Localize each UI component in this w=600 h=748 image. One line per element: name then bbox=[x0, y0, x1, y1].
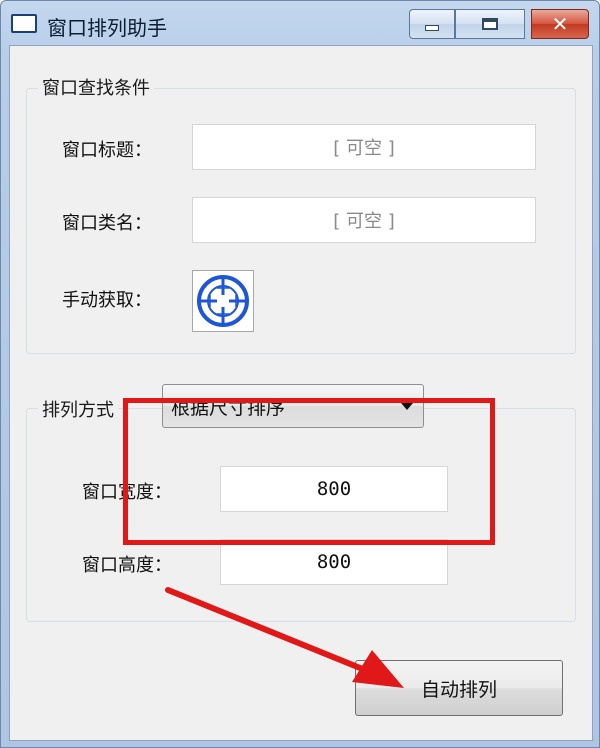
maximize-icon bbox=[482, 18, 498, 30]
chevron-down-icon bbox=[401, 403, 413, 410]
arrange-group bbox=[26, 408, 576, 622]
arrange-mode-select[interactable]: 根据尺寸排序 bbox=[162, 384, 424, 428]
app-window: 窗口排列助手 ✕ 窗口查找条件 窗口标题： [ 可空 ] 窗口类名： [ 可空 … bbox=[0, 0, 600, 748]
window-class-label: 窗口类名： bbox=[62, 213, 152, 234]
window-height-input[interactable]: 800 bbox=[220, 539, 448, 585]
arrange-mode-caption: 排列方式 bbox=[38, 396, 118, 422]
window-width-label: 窗口宽度： bbox=[82, 482, 172, 503]
window-height-label: 窗口高度： bbox=[82, 555, 172, 576]
close-button[interactable]: ✕ bbox=[531, 9, 589, 39]
maximize-button[interactable] bbox=[455, 9, 525, 39]
manual-pick-label: 手动获取： bbox=[62, 290, 152, 311]
auto-arrange-button[interactable]: 自动排列 bbox=[355, 660, 563, 716]
window-picker-button[interactable] bbox=[192, 270, 254, 332]
minimize-button[interactable] bbox=[409, 9, 455, 39]
search-criteria-caption: 窗口查找条件 bbox=[38, 74, 154, 100]
arrange-mode-selected: 根据尺寸排序 bbox=[171, 396, 286, 419]
window-width-input[interactable]: 800 bbox=[220, 466, 448, 512]
window-title: 窗口排列助手 bbox=[47, 16, 167, 40]
close-icon: ✕ bbox=[551, 12, 569, 36]
app-window-icon bbox=[11, 14, 37, 33]
window-title-input[interactable]: [ 可空 ] bbox=[192, 124, 536, 170]
window-class-input[interactable]: [ 可空 ] bbox=[192, 197, 536, 243]
client-area: 窗口查找条件 窗口标题： [ 可空 ] 窗口类名： [ 可空 ] 手动获取： 排… bbox=[9, 45, 593, 741]
title-bar[interactable]: 窗口排列助手 ✕ bbox=[1, 1, 599, 45]
window-title-label: 窗口标题： bbox=[62, 140, 152, 161]
crosshair-target-icon bbox=[197, 275, 249, 327]
minimize-icon bbox=[425, 25, 439, 31]
